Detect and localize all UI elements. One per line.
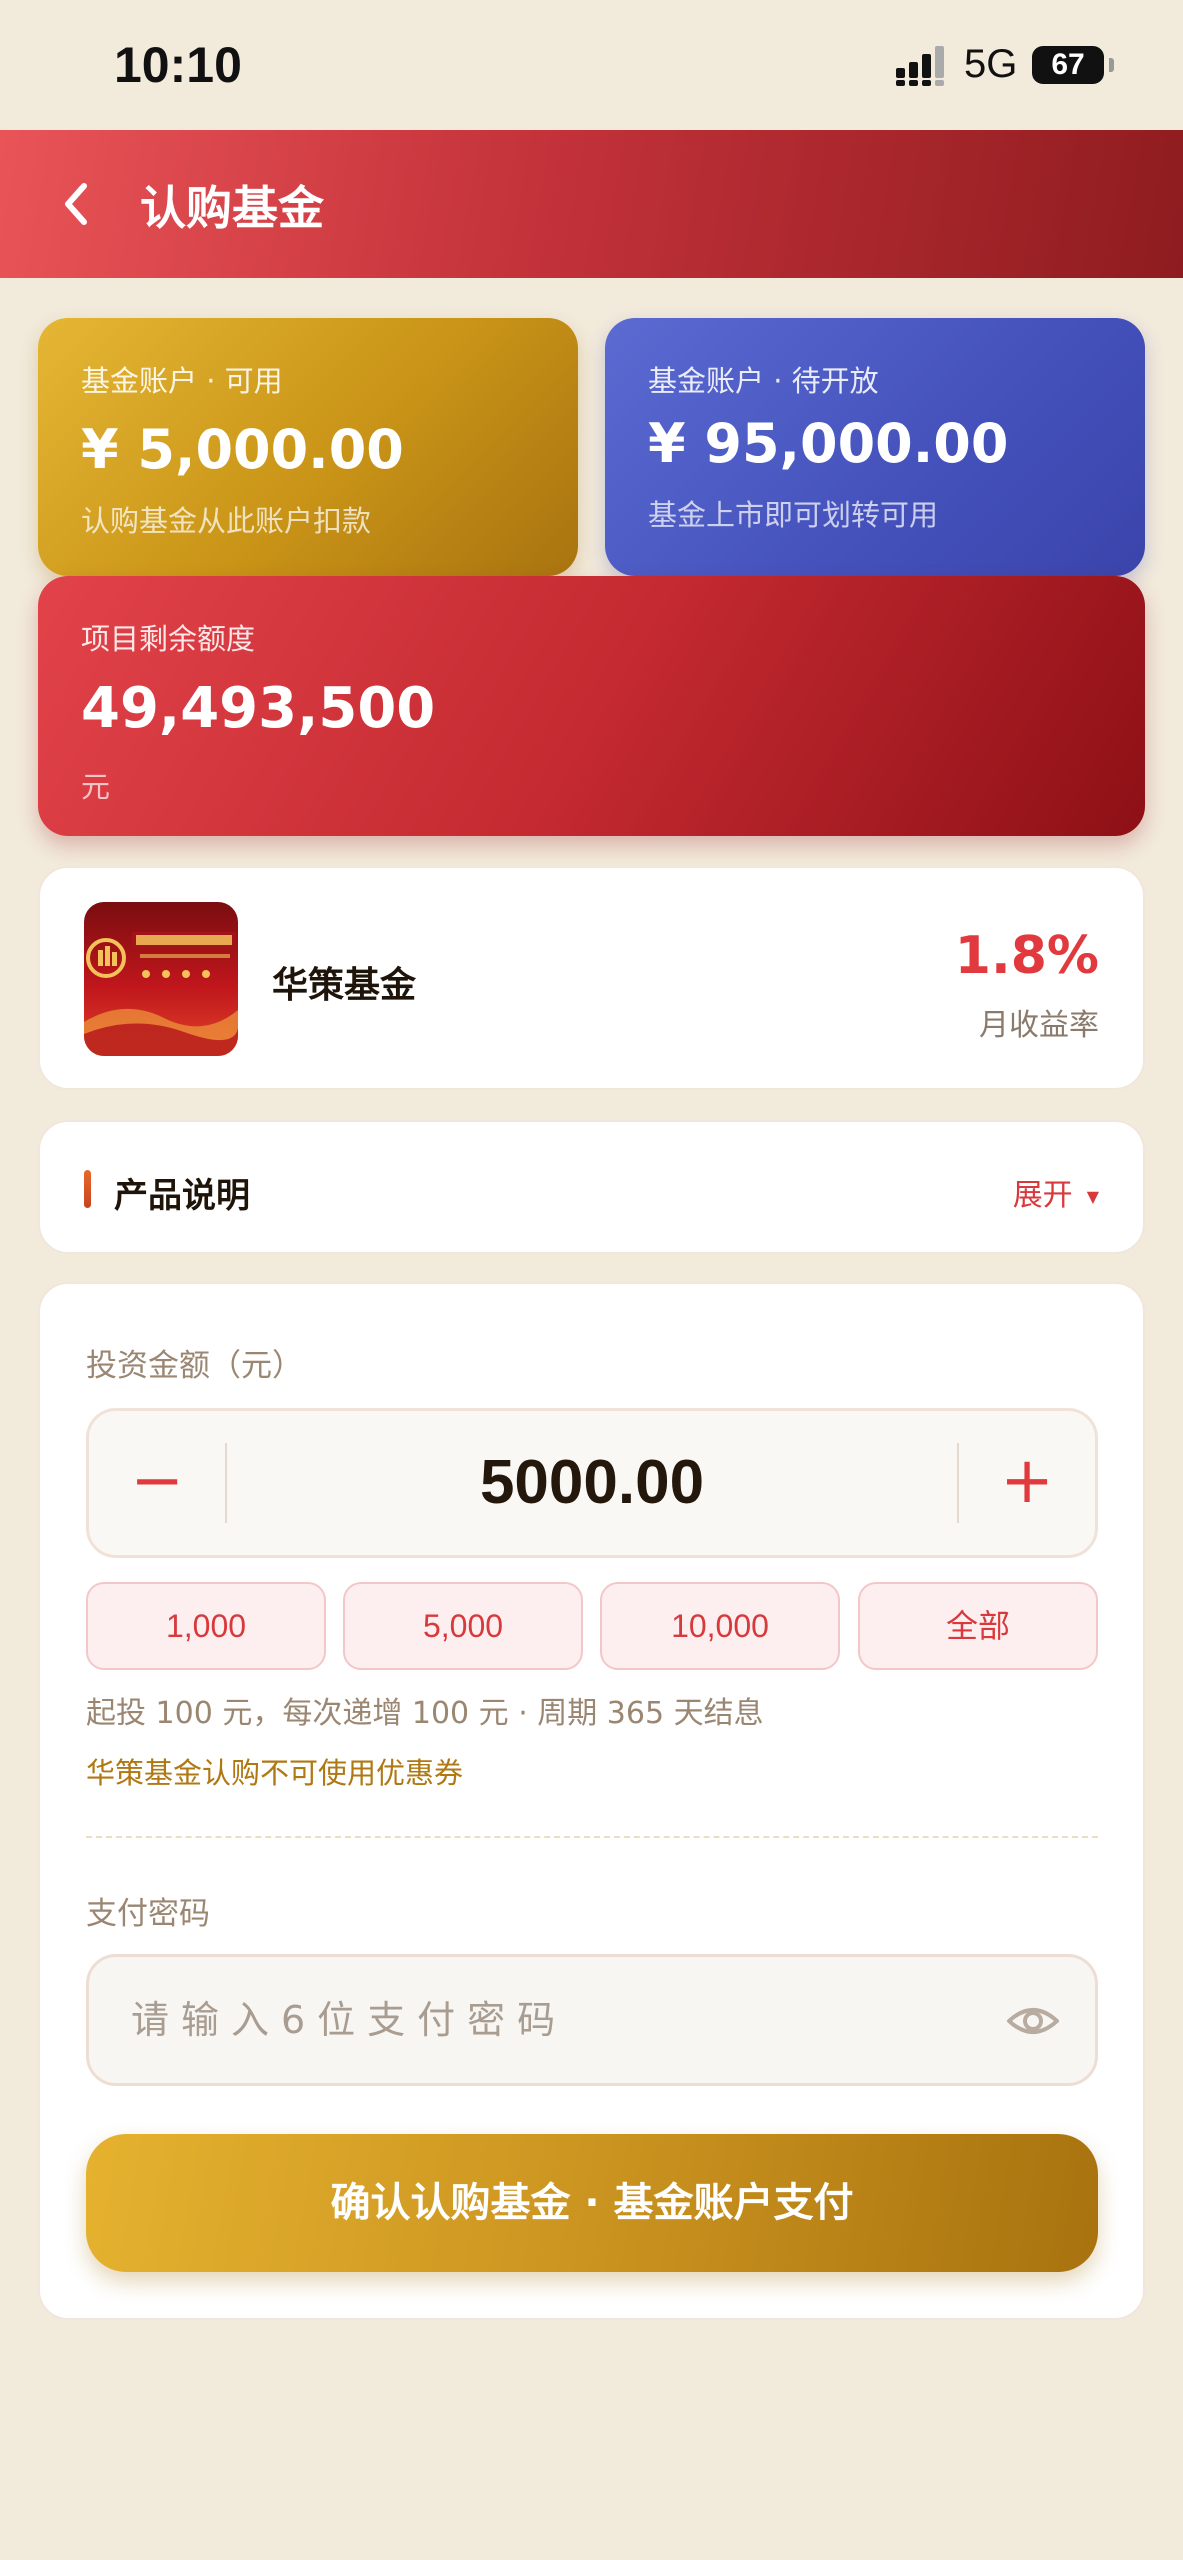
available-account-label: 基金账户 · 可用	[81, 364, 283, 398]
app-header: 认购基金	[0, 130, 1183, 278]
remaining-quota-amount: 49,493,500	[81, 676, 436, 741]
available-account-note: 认购基金从此账户扣款	[81, 504, 372, 538]
expand-toggle-label: 展开	[1012, 1178, 1073, 1213]
stepper-divider	[225, 1443, 227, 1523]
purchase-form: 投资金额（元） − 5000.00 + 1,000 5,000 10,000 全…	[38, 1282, 1145, 2320]
investment-rule-text: 起投 100 元，每次递增 100 元 · 周期 365 天结息	[86, 1696, 764, 1731]
quick-amount-all-button[interactable]: 全部	[858, 1582, 1098, 1670]
section-accent-bar	[84, 1170, 91, 1208]
signal-icon	[896, 46, 944, 86]
pending-account-label: 基金账户 · 待开放	[648, 364, 879, 398]
available-account-amount: ¥ 5,000.00	[81, 418, 404, 481]
quick-amount-5000-button[interactable]: 5,000	[343, 1582, 583, 1670]
remaining-quota-card: 项目剩余额度 49,493,500 元	[38, 576, 1145, 836]
fund-monthly-rate: 1.8%	[954, 926, 1099, 986]
product-description-card: 产品说明 展开 ▼	[38, 1120, 1145, 1254]
caret-down-icon: ▼	[1086, 1187, 1099, 1206]
fund-info-card: 华策基金 1.8% 月收益率	[38, 866, 1145, 1090]
battery-icon: 67	[1032, 46, 1114, 84]
password-label: 支付密码	[86, 1896, 210, 1932]
remaining-quota-label: 项目剩余额度	[81, 622, 256, 656]
confirm-purchase-button[interactable]: 确认认购基金 · 基金账户支付	[86, 2134, 1098, 2272]
increase-button[interactable]: +	[959, 1411, 1095, 1555]
eye-icon[interactable]	[1005, 1993, 1061, 2049]
product-description-title: 产品说明	[114, 1176, 250, 1216]
quick-amount-row: 1,000 5,000 10,000 全部	[86, 1582, 1098, 1670]
coupon-notice: 华策基金认购不可使用优惠券	[86, 1756, 464, 1790]
fund-rate-label: 月收益率	[979, 1008, 1099, 1043]
back-arrow-icon[interactable]	[56, 174, 96, 234]
remaining-quota-unit: 元	[81, 770, 111, 804]
amount-label: 投资金额（元）	[86, 1348, 303, 1384]
available-account-card: 基金账户 · 可用 ¥ 5,000.00 认购基金从此账户扣款	[38, 318, 578, 576]
pending-account-card: 基金账户 · 待开放 ¥ 95,000.00 基金上市即可划转可用	[605, 318, 1145, 576]
fund-name: 华策基金	[272, 965, 417, 1006]
page-title: 认购基金	[140, 181, 324, 235]
quick-amount-10000-button[interactable]: 10,000	[600, 1582, 840, 1670]
decrease-button[interactable]: −	[89, 1411, 225, 1555]
expand-toggle[interactable]: 展开 ▼	[1013, 1170, 1099, 1214]
status-time: 10:10	[114, 37, 242, 93]
amount-stepper: − 5000.00 +	[86, 1408, 1098, 1558]
quick-amount-1000-button[interactable]: 1,000	[86, 1582, 326, 1670]
password-field[interactable]: 请输入6位支付密码	[86, 1954, 1098, 2086]
status-bar: 10:10 5G 67	[0, 0, 1183, 130]
pending-account-amount: ¥ 95,000.00	[648, 412, 1009, 475]
network-type: 5G	[964, 42, 1018, 86]
dashed-divider	[86, 1836, 1098, 1838]
password-placeholder: 请输入6位支付密码	[131, 1998, 568, 2042]
pending-account-note: 基金上市即可划转可用	[648, 498, 939, 532]
fund-logo-image	[84, 902, 238, 1056]
amount-input[interactable]: 5000.00	[229, 1411, 955, 1555]
